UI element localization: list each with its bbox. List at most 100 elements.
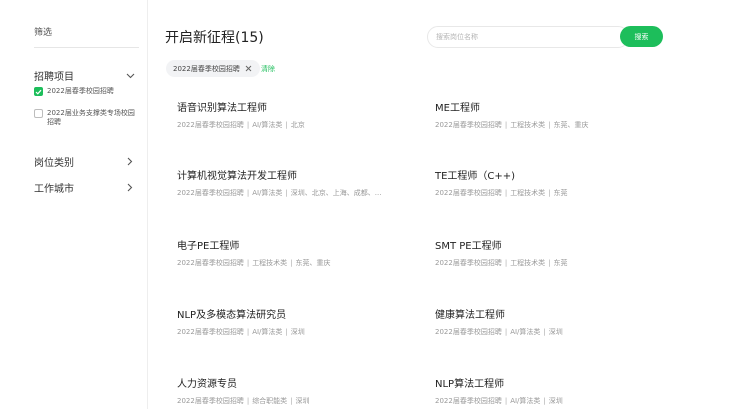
recruit-option-spring-2022[interactable]: 2022届春季校园招聘	[34, 87, 140, 96]
job-meta: 2022届春季校园招聘 | AI/算法类 | 深圳	[435, 396, 655, 406]
job-card[interactable]: NLP算法工程师 2022届春季校园招聘 | AI/算法类 | 深圳	[435, 375, 675, 406]
filter-divider	[34, 47, 139, 48]
meta-separator: |	[504, 189, 508, 197]
job-title[interactable]: NLP算法工程师	[435, 375, 675, 390]
search-input[interactable]	[427, 26, 629, 48]
job-cities: 东莞、重庆	[553, 121, 589, 129]
recruit-project-label: 招聘项目	[34, 72, 74, 83]
job-meta: 2022届春季校园招聘 | 工程技术类 | 东莞、重庆	[177, 258, 397, 268]
job-meta: 2022届春季校园招聘 | 工程技术类 | 东莞	[435, 188, 655, 198]
checkbox-checked-icon[interactable]	[34, 87, 43, 96]
job-meta: 2022届春季校园招聘 | AI/算法类 | 北京	[177, 120, 397, 130]
job-category: AI/算法类	[252, 189, 283, 197]
meta-separator: |	[246, 189, 250, 197]
meta-separator: |	[290, 259, 293, 267]
meta-separator: |	[246, 121, 250, 129]
recruit-option-label: 2022届春季校园招聘	[47, 87, 114, 95]
job-project: 2022届春季校园招聘	[177, 328, 244, 336]
job-title[interactable]: NLP及多模态算法研究员	[177, 306, 417, 321]
meta-separator: |	[504, 259, 508, 267]
job-card[interactable]: TE工程师（C++) 2022届春季校园招聘 | 工程技术类 | 东莞	[435, 167, 675, 198]
job-card[interactable]: 电子PE工程师 2022届春季校园招聘 | 工程技术类 | 东莞、重庆	[177, 237, 417, 268]
meta-separator: |	[504, 328, 508, 336]
job-category: AI/算法类	[510, 328, 541, 336]
recruit-project-section-header[interactable]: 招聘项目	[34, 68, 136, 83]
meta-separator: |	[548, 121, 551, 129]
chevron-right-icon	[124, 156, 136, 168]
meta-separator: |	[285, 328, 288, 336]
job-card[interactable]: 人力资源专员 2022届春季校园招聘 | 综合职能类 | 深圳	[177, 375, 417, 406]
meta-separator: |	[548, 259, 551, 267]
job-cities: 深圳	[548, 397, 563, 405]
job-project: 2022届春季校园招聘	[177, 397, 244, 405]
job-cities: 深圳	[290, 328, 305, 336]
work-city-section-header[interactable]: 工作城市	[34, 180, 136, 195]
chevron-right-icon	[124, 182, 136, 194]
job-category: AI/算法类	[510, 397, 541, 405]
job-cities: 东莞、重庆	[295, 259, 331, 267]
meta-separator: |	[285, 121, 288, 129]
meta-separator: |	[504, 397, 508, 405]
job-category: 工程技术类	[510, 121, 546, 129]
job-meta: 2022届春季校园招聘 | AI/算法类 | 深圳	[177, 327, 397, 337]
job-project: 2022届春季校园招聘	[435, 259, 502, 267]
meta-separator: |	[543, 397, 546, 405]
job-card[interactable]: SMT PE工程师 2022届春季校园招聘 | 工程技术类 | 东莞	[435, 237, 675, 268]
job-card[interactable]: 语音识别算法工程师 2022届春季校园招聘 | AI/算法类 | 北京	[177, 99, 417, 130]
job-meta: 2022届春季校园招聘 | AI/算法类 | 深圳	[435, 327, 655, 337]
filter-title: 筛选	[34, 28, 53, 38]
job-project: 2022届春季校园招聘	[177, 189, 244, 197]
job-title[interactable]: 电子PE工程师	[177, 237, 417, 252]
recruit-option-label: 2022届业务支撑类专场校园招聘	[47, 109, 135, 126]
meta-separator: |	[246, 259, 250, 267]
job-project: 2022届春季校园招聘	[177, 259, 244, 267]
filter-sidebar: 筛选 招聘项目 2022届春季校园招聘 2022届业务支撑类专场校园招聘 岗位类…	[0, 0, 148, 409]
checkbox-unchecked-icon[interactable]	[34, 109, 43, 118]
meta-separator: |	[290, 397, 293, 405]
close-icon[interactable]	[245, 65, 253, 73]
job-category: 工程技术类	[510, 259, 546, 267]
job-card[interactable]: NLP及多模态算法研究员 2022届春季校园招聘 | AI/算法类 | 深圳	[177, 306, 417, 337]
clear-filters-link[interactable]: 清除	[261, 64, 275, 74]
job-cities: 东莞	[553, 259, 568, 267]
job-title[interactable]: ME工程师	[435, 99, 675, 114]
job-cities: 深圳	[295, 397, 310, 405]
job-category: 工程技术类	[252, 259, 288, 267]
job-title[interactable]: 健康算法工程师	[435, 306, 675, 321]
job-category: AI/算法类	[252, 121, 283, 129]
meta-separator: |	[543, 328, 546, 336]
chevron-down-icon	[124, 70, 136, 82]
job-project: 2022届春季校园招聘	[177, 121, 244, 129]
job-title[interactable]: 计算机视觉算法开发工程师	[177, 167, 417, 182]
job-card[interactable]: ME工程师 2022届春季校园招聘 | 工程技术类 | 东莞、重庆	[435, 99, 675, 130]
recruit-option-business-support[interactable]: 2022届业务支撑类专场校园招聘	[34, 109, 140, 127]
meta-separator: |	[285, 189, 288, 197]
job-category: 综合职能类	[252, 397, 288, 405]
meta-separator: |	[246, 397, 250, 405]
job-title[interactable]: 语音识别算法工程师	[177, 99, 417, 114]
meta-separator: |	[246, 328, 250, 336]
work-city-label: 工作城市	[34, 184, 74, 195]
page-title: 开启新征程(15)	[165, 30, 264, 46]
job-meta: 2022届春季校园招聘 | 工程技术类 | 东莞	[435, 258, 655, 268]
job-category-section-header[interactable]: 岗位类别	[34, 154, 136, 169]
job-meta: 2022届春季校园招聘 | 综合职能类 | 深圳	[177, 396, 397, 406]
meta-separator: |	[548, 189, 551, 197]
job-title[interactable]: SMT PE工程师	[435, 237, 675, 252]
job-card[interactable]: 健康算法工程师 2022届春季校园招聘 | AI/算法类 | 深圳	[435, 306, 675, 337]
job-meta: 2022届春季校园招聘 | 工程技术类 | 东莞、重庆	[435, 120, 655, 130]
active-filter-label: 2022届春季校园招聘	[173, 64, 240, 73]
job-category: AI/算法类	[252, 328, 283, 336]
job-cities: 深圳	[548, 328, 563, 336]
job-category-label: 岗位类别	[34, 158, 74, 169]
job-cities: 东莞	[553, 189, 568, 197]
job-project: 2022届春季校园招聘	[435, 328, 502, 336]
active-filter-tag: 2022届春季校园招聘	[166, 60, 260, 77]
job-card[interactable]: 计算机视觉算法开发工程师 2022届春季校园招聘 | AI/算法类 | 深圳、北京、上海…	[177, 167, 417, 198]
meta-separator: |	[504, 121, 508, 129]
job-project: 2022届春季校园招聘	[435, 121, 502, 129]
job-title[interactable]: 人力资源专员	[177, 375, 417, 390]
job-title[interactable]: TE工程师（C++)	[435, 167, 675, 182]
search-button[interactable]: 搜索	[620, 26, 663, 47]
job-cities: 北京	[290, 121, 305, 129]
